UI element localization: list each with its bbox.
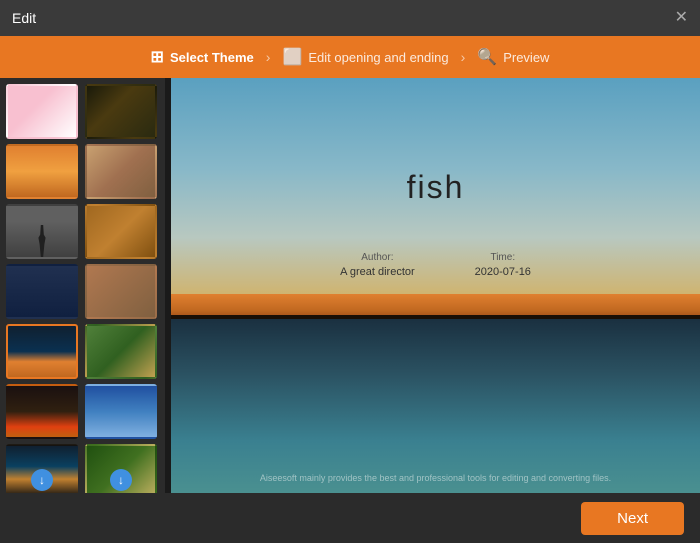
- thumbnail-item-12[interactable]: [85, 384, 157, 439]
- step-edit-opening[interactable]: ⬜ Edit opening and ending: [282, 47, 448, 67]
- thumbnail-item-9[interactable]: [6, 324, 78, 379]
- time-value: 2020-07-16: [475, 266, 531, 278]
- step-nav-bar: ⊞ Select Theme › ⬜ Edit opening and endi…: [0, 36, 700, 78]
- download-overlay-13: ↓: [8, 446, 76, 493]
- thumbnail-item-6[interactable]: [85, 204, 157, 259]
- step-preview[interactable]: 🔍 Preview: [477, 47, 549, 67]
- step-select-theme-label: Select Theme: [170, 50, 254, 65]
- author-block: Author: A great director: [340, 252, 415, 278]
- download-icon-13: ↓: [31, 469, 53, 491]
- thumbnail-item-11[interactable]: [6, 384, 78, 439]
- theme-icon: ⊞: [151, 47, 164, 67]
- author-value: A great director: [340, 266, 415, 278]
- thumbnail-item-5[interactable]: [6, 204, 78, 259]
- download-overlay-14: ↓: [87, 446, 155, 493]
- thumbnail-item-13[interactable]: ↓: [6, 444, 78, 493]
- next-button[interactable]: Next: [581, 502, 684, 535]
- edit-icon: ⬜: [282, 47, 302, 67]
- thumbnail-item-1[interactable]: [6, 84, 78, 139]
- step-select-theme[interactable]: ⊞ Select Theme: [151, 47, 254, 67]
- time-block: Time: 2020-07-16: [475, 252, 531, 278]
- step-arrow-1: ›: [266, 49, 271, 65]
- thumbnail-item-8[interactable]: [85, 264, 157, 319]
- window-title: Edit: [12, 10, 36, 26]
- slide-meta: Author: A great director Time: 2020-07-1…: [340, 252, 531, 278]
- thumbnail-item-14[interactable]: ↓: [85, 444, 157, 493]
- slide-footer: Aiseesoft mainly provides the best and p…: [171, 473, 700, 483]
- time-label: Time:: [475, 252, 531, 263]
- preview-area: fish Author: A great director Time: 2020…: [171, 78, 700, 493]
- thumbnail-sidebar: ↓↓: [0, 78, 165, 493]
- title-bar: Edit ✕: [0, 0, 700, 36]
- thumbnail-item-4[interactable]: [85, 144, 157, 199]
- slide-water-bg: [171, 319, 700, 493]
- close-button[interactable]: ✕: [675, 10, 688, 26]
- download-icon-14: ↓: [110, 469, 132, 491]
- author-label: Author:: [340, 252, 415, 263]
- thumbnail-item-7[interactable]: [6, 264, 78, 319]
- bottom-bar: Next: [0, 493, 700, 543]
- thumbnail-item-2[interactable]: [85, 84, 157, 139]
- step-preview-label: Preview: [503, 50, 549, 65]
- main-content: ↓↓ fish Author: A great director Time: 2…: [0, 78, 700, 493]
- thumbnail-item-3[interactable]: [6, 144, 78, 199]
- step-arrow-2: ›: [461, 49, 466, 65]
- slide-title: fish: [407, 169, 465, 206]
- step-edit-opening-label: Edit opening and ending: [308, 50, 448, 65]
- preview-slide: fish Author: A great director Time: 2020…: [171, 78, 700, 493]
- preview-icon: 🔍: [477, 47, 497, 67]
- thumbnail-item-10[interactable]: [85, 324, 157, 379]
